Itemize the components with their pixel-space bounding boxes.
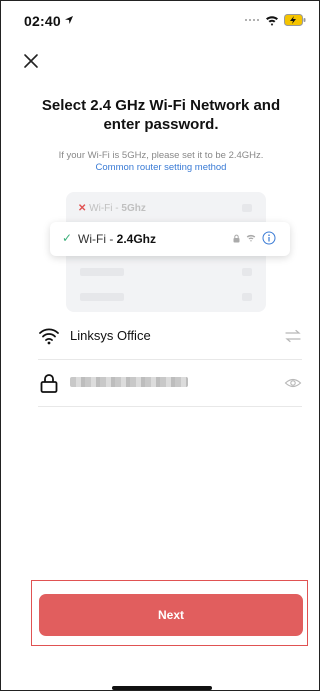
password-field[interactable] bbox=[70, 377, 188, 387]
illustration-24g-prefix: Wi-Fi - bbox=[78, 232, 117, 246]
status-time: 02:40 bbox=[24, 13, 61, 29]
close-icon[interactable] bbox=[20, 50, 42, 72]
wifi-small-icon bbox=[246, 234, 256, 242]
illustration-24g-label: Wi-Fi - 2.4Ghz bbox=[78, 232, 156, 246]
illustration-5g-prefix: Wi-Fi - bbox=[89, 203, 122, 214]
illustration-placeholder bbox=[80, 268, 124, 276]
status-bar: 02:40 bbox=[0, 0, 322, 40]
check-icon: ✓ bbox=[62, 231, 73, 245]
router-setting-link[interactable]: Common router setting method bbox=[20, 162, 302, 174]
eye-icon[interactable] bbox=[284, 376, 302, 390]
instruction-text: If your Wi-Fi is 5GHz, please set it to … bbox=[20, 150, 302, 174]
illustration-5g-row: ✕ Wi-Fi - 5Ghz bbox=[78, 203, 146, 214]
switch-network-icon[interactable] bbox=[284, 329, 302, 343]
page-title: Select 2.4 GHz Wi-Fi Network and enter p… bbox=[41, 97, 281, 133]
illustration-24g-band: 2.4Ghz bbox=[116, 232, 157, 246]
illustration-placeholder bbox=[242, 268, 252, 276]
illustration-placeholder bbox=[242, 204, 252, 212]
lock-small-icon bbox=[233, 234, 240, 242]
status-icons bbox=[244, 14, 306, 26]
wifi-status-icon bbox=[266, 15, 278, 26]
illustration-placeholder bbox=[80, 293, 124, 301]
location-arrow-icon bbox=[65, 16, 73, 24]
lock-icon bbox=[40, 374, 58, 393]
password-row[interactable] bbox=[38, 360, 302, 407]
next-button[interactable]: Next bbox=[39, 594, 303, 636]
wifi-icon bbox=[39, 328, 59, 345]
cross-icon: ✕ bbox=[78, 203, 87, 214]
info-icon bbox=[262, 231, 276, 245]
battery-charging-icon bbox=[284, 14, 306, 26]
instruction-line: If your Wi-Fi is 5GHz, please set it to … bbox=[58, 150, 264, 161]
network-row[interactable]: Linksys Office bbox=[38, 313, 302, 360]
illustration-placeholder bbox=[242, 293, 252, 301]
illustration-24g-card: ✓ Wi-Fi - 2.4Ghz bbox=[50, 222, 290, 256]
network-name: Linksys Office bbox=[70, 328, 151, 343]
illustration-24g-icons bbox=[233, 231, 276, 245]
illustration-5g-band: 5Ghz bbox=[121, 203, 146, 214]
home-indicator[interactable] bbox=[112, 686, 212, 690]
signal-dots-icon bbox=[245, 19, 259, 21]
